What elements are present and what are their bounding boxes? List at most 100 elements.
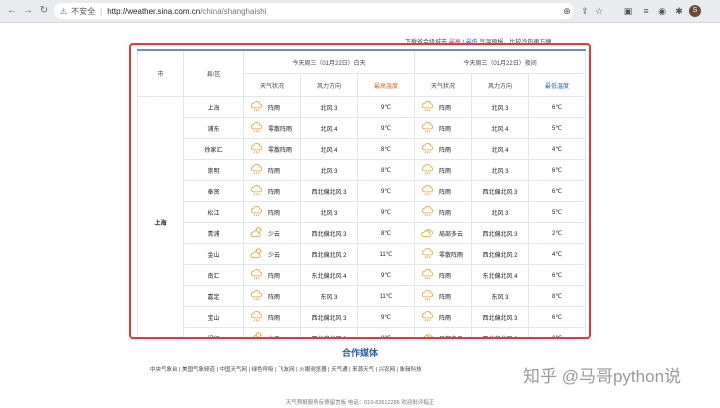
district-cell[interactable]: 徐家汇 bbox=[183, 138, 244, 160]
back-icon[interactable]: ← bbox=[6, 5, 18, 17]
district-cell[interactable]: 闵行 bbox=[183, 327, 244, 337]
district-cell[interactable]: 上海 bbox=[183, 96, 244, 118]
day-wind-cell: 北风 3 bbox=[300, 159, 358, 181]
district-cell[interactable]: 崇明 bbox=[183, 159, 244, 181]
partner-link[interactable]: 中央气象台 bbox=[150, 367, 178, 373]
day-weather-header: 天气状况 bbox=[243, 73, 301, 97]
rain-cloud-icon bbox=[421, 205, 434, 220]
day-weather-cell: 阵雨 bbox=[243, 306, 301, 328]
high-temp-cell: 8℃ bbox=[356, 222, 416, 244]
day-wind-cell: 北风 4 bbox=[300, 117, 358, 139]
day-wind-cell: 西北偏北风 3 bbox=[300, 306, 358, 328]
day-weather-text: 阵雨 bbox=[268, 315, 281, 322]
district-cell[interactable]: 青浦 bbox=[183, 222, 244, 244]
low-temp-header: 最低温度 bbox=[528, 73, 587, 97]
rain-cloud-icon bbox=[421, 268, 434, 283]
high-temp-cell: 11℃ bbox=[356, 243, 416, 265]
district-cell[interactable]: 嘉定 bbox=[183, 285, 244, 307]
day-weather-text: 阵雨 bbox=[268, 105, 281, 112]
low-temp-cell: 6℃ bbox=[528, 180, 587, 202]
extension-icon-3[interactable]: ◉ bbox=[656, 5, 668, 17]
url-host: http://weather.sina.com.cn bbox=[107, 6, 201, 16]
night-wind-cell: 北风 4 bbox=[471, 138, 530, 160]
night-weather-text: 阵雨 bbox=[439, 126, 452, 133]
cloud-icon bbox=[421, 226, 434, 241]
high-temp-cell: 8℃ bbox=[356, 138, 416, 160]
partner-link[interactable]: 火眼测览器 bbox=[299, 367, 327, 373]
day-header: 今天周三（01月22日）白天 bbox=[242, 49, 416, 74]
table-row: 崇明 阵雨 北风 3 8℃ 阵雨 北风 3 6℃ bbox=[138, 159, 587, 181]
table-row: 徐家汇 零散阵雨 北风 4 8℃ 阵雨 北风 4 4℃ bbox=[138, 138, 587, 160]
bookmark-star-icon[interactable]: ☆ bbox=[593, 5, 605, 17]
address-divider: | bbox=[100, 6, 103, 16]
rain-cloud-icon bbox=[421, 100, 434, 115]
partner-link[interactable]: 美国气象频道 bbox=[182, 367, 215, 373]
cloud-icon bbox=[421, 331, 434, 337]
extension-icon-2[interactable]: ≡ bbox=[640, 5, 652, 17]
day-weather-cell: 阵雨 bbox=[243, 180, 301, 202]
reload-icon[interactable]: ↻ bbox=[38, 5, 50, 17]
puzzle-icon[interactable]: ✱ bbox=[673, 5, 685, 17]
night-weather-cell: 局部多云 bbox=[414, 222, 473, 244]
address-bar[interactable]: ⚠ 不安全 | http://weather.sina.com.cn /chin… bbox=[54, 3, 574, 19]
day-weather-cell: 阵雨 bbox=[243, 285, 301, 307]
night-weather-text: 零散阵雨 bbox=[439, 252, 464, 259]
district-cell[interactable]: 松江 bbox=[183, 201, 244, 223]
rain-cloud-icon bbox=[421, 121, 434, 136]
rain-cloud-icon bbox=[250, 205, 263, 220]
night-wind-cell: 北风 3 bbox=[471, 159, 530, 181]
night-wind-header: 风力方向 bbox=[471, 73, 530, 97]
district-cell[interactable]: 金山 bbox=[183, 243, 244, 265]
district-cell[interactable]: 南汇 bbox=[183, 264, 244, 286]
district-cell[interactable]: 宝山 bbox=[183, 306, 244, 328]
night-weather-cell: 阵雨 bbox=[414, 201, 473, 223]
partner-link[interactable]: 来源天气 bbox=[352, 367, 374, 373]
col-district-header: 县/区 bbox=[183, 49, 244, 97]
district-cell[interactable]: 奉贤 bbox=[183, 180, 244, 202]
avatar[interactable]: S bbox=[689, 5, 701, 17]
night-wind-cell: 西北偏北风 2 bbox=[471, 243, 530, 265]
district-cell[interactable]: 浦东 bbox=[183, 117, 244, 139]
night-wind-cell: 北风 3 bbox=[471, 201, 530, 223]
low-temp-cell: 5℃ bbox=[528, 117, 587, 139]
partner-link[interactable]: 飞友网 bbox=[278, 367, 295, 373]
table-row: 奉贤 阵雨 西北偏北风 3 9℃ 阵雨 西北偏北风 3 6℃ bbox=[138, 180, 587, 202]
day-weather-text: 少云 bbox=[268, 231, 281, 238]
rain-cloud-icon bbox=[250, 310, 263, 325]
partner-link[interactable]: 兴农网 bbox=[379, 367, 396, 373]
night-weather-text: 局部多云 bbox=[439, 231, 464, 238]
day-weather-cell: 少云 bbox=[243, 222, 301, 244]
warning-icon: ⚠ bbox=[60, 6, 68, 16]
night-wind-cell: 西北偏北风 3 bbox=[471, 222, 530, 244]
rain-cloud-icon bbox=[250, 163, 263, 178]
share-icon[interactable]: ⇪ bbox=[579, 5, 591, 17]
day-weather-text: 少云 bbox=[268, 334, 280, 338]
day-wind-header: 风力方向 bbox=[300, 73, 358, 97]
table-row: 松江 阵雨 北风 3 9℃ 阵雨 北风 3 5℃ bbox=[138, 201, 587, 223]
day-wind-cell: 西北偏北风 3 bbox=[300, 222, 358, 244]
low-temp-cell: 6℃ bbox=[528, 306, 587, 328]
rain-cloud-icon bbox=[250, 268, 263, 283]
rain-cloud-icon bbox=[421, 142, 434, 157]
night-wind-cell: 西北偏北风 3 bbox=[471, 306, 530, 328]
night-wind-cell: 东风 3 bbox=[471, 285, 530, 307]
table-row: 上海 上海 阵雨 北风 3 9℃ 阵雨 北风 3 6℃ bbox=[137, 96, 587, 337]
day-weather-cell: 少云 bbox=[243, 327, 301, 338]
partner-link[interactable]: 象辑科技 bbox=[400, 367, 422, 373]
day-weather-text: 阵雨 bbox=[268, 210, 281, 217]
night-weather-cell: 阵雨 bbox=[414, 285, 473, 307]
extension-icon[interactable]: ▣ bbox=[622, 5, 634, 17]
partner-link[interactable]: 天气通 bbox=[331, 367, 348, 373]
day-weather-cell: 阵雨 bbox=[243, 159, 301, 181]
high-temp-cell: 8℃ bbox=[356, 159, 416, 181]
forward-icon[interactable]: → bbox=[22, 5, 34, 17]
partner-link[interactable]: 中国天气网 bbox=[220, 367, 248, 373]
partner-link[interactable]: 绿色呼吸 bbox=[252, 367, 274, 373]
day-wind-cell: 北风 3 bbox=[300, 96, 358, 118]
day-weather-cell: 阵雨 bbox=[243, 264, 301, 286]
table-row: 嘉定 阵雨 东风 3 11℃ 阵雨 东风 3 8℃ bbox=[138, 285, 587, 307]
zoom-icon[interactable]: ⊕ bbox=[561, 5, 573, 17]
table-row: 青浦 少云 西北偏北风 3 8℃ 局部多云 西北偏北风 3 2℃ bbox=[138, 222, 587, 244]
day-wind-cell: 西北偏北风 3 bbox=[300, 327, 358, 337]
rain-cloud-icon bbox=[421, 184, 434, 199]
